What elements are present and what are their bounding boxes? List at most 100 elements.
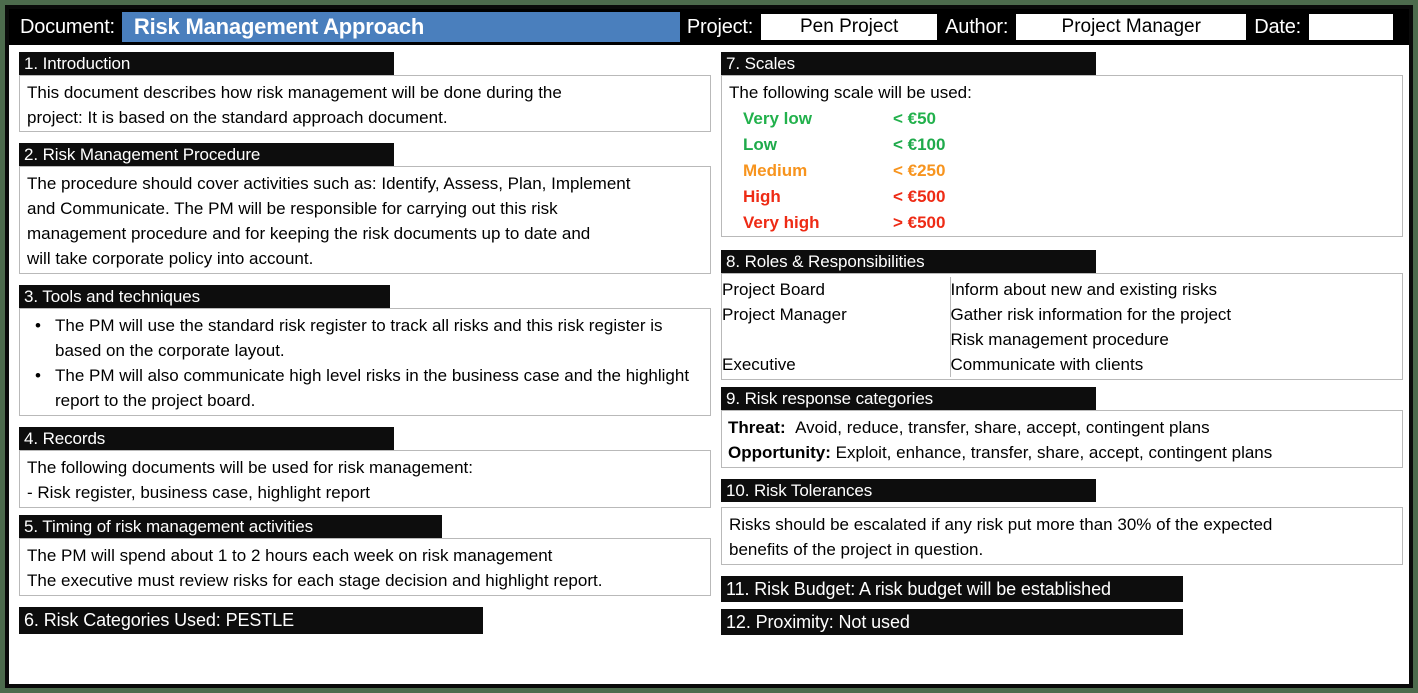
roles-spacer [722,327,950,352]
scale-level: Medium [743,161,808,180]
opportunity-value: Exploit, enhance, transfer, share, accep… [835,443,1273,462]
section-2-content: The procedure should cover activities su… [19,166,711,274]
section-10-line-1: Risks should be escalated if any risk pu… [729,515,1273,534]
scale-level: High [743,187,781,206]
section-10: 10. Risk Tolerances [721,479,1403,502]
scale-level: Low [743,135,777,154]
section-6: 6. Risk Categories Used: PESTLE [19,607,711,634]
document-title-text: Risk Management Approach [133,14,425,39]
role-name: Project Board [722,280,825,299]
section-3-bullet-list: The PM will use the standard risk regist… [27,313,703,413]
scale-value: < €250 [893,161,946,180]
scale-value: > €500 [893,213,946,232]
roles-cell: Project Board Project Manager Executive [722,277,951,377]
section-7-heading: 7. Scales [721,52,1096,75]
section-7-intro: The following scale will be used: [729,83,972,102]
section-3-heading: 3. Tools and techniques [19,285,390,308]
section-1-heading: 1. Introduction [19,52,394,75]
section-5-heading: 5. Timing of risk management activities [19,515,442,538]
section-2: 2. Risk Management Procedure [19,143,711,166]
section-10-content: Risks should be escalated if any risk pu… [721,507,1403,565]
date-field[interactable] [1308,13,1395,41]
scales-table: Very low < €50 Low < €100 Medium < €250 [743,106,1053,236]
scale-value: < €100 [893,135,946,154]
responsibility-item: Gather risk information for the project [950,305,1232,324]
responsibilities-cell: Inform about new and existing risks Gath… [950,277,1402,377]
table-row: Project Board Project Manager Executive … [722,277,1402,377]
section-8-content: Project Board Project Manager Executive … [721,273,1403,380]
section-2-line-2: and Communicate. The PM will be responsi… [27,199,558,218]
section-9-content: Threat: Avoid, reduce, transfer, share, … [721,410,1403,468]
opportunity-label: Opportunity: [728,443,831,462]
scale-value: < €50 [893,109,937,128]
section-1-content: This document describes how risk managem… [19,75,711,132]
table-row: Low < €100 [743,132,1053,158]
threat-line: Threat: Avoid, reduce, transfer, share, … [728,415,1395,440]
role-name: Executive [722,355,796,374]
document-title-field[interactable]: Risk Management Approach [121,12,680,42]
section-2-line-1: The procedure should cover activities su… [27,174,631,193]
author-field[interactable]: Project Manager [1015,13,1248,41]
threat-value: Avoid, reduce, transfer, share, accept, … [795,418,1210,437]
section-2-line-4: will take corporate policy into account. [27,249,314,268]
table-row: Medium < €250 [743,158,1053,184]
table-row: Very low < €50 [743,106,1053,132]
responsibility-item: Inform about new and existing risks [950,280,1217,299]
threat-label: Threat: [728,418,786,437]
section-2-heading: 2. Risk Management Procedure [19,143,394,166]
section-8: 8. Roles & Responsibilities [721,250,1403,273]
document-label: Document: [20,15,115,38]
section-4-heading: 4. Records [19,427,394,450]
section-10-heading: 10. Risk Tolerances [721,479,1096,502]
author-value: Project Manager [1061,16,1201,37]
table-row: High < €500 [743,184,1053,210]
section-12: 12. Proximity: Not used [721,609,1403,635]
section-5-line-2: The executive must review risks for each… [27,571,603,590]
section-9: 9. Risk response categories [721,387,1403,410]
project-value: Pen Project [800,16,899,37]
section-8-heading: 8. Roles & Responsibilities [721,250,1096,273]
document-page: Document: Risk Management Approach Proje… [0,0,1418,693]
role-name: Project Manager [722,305,847,324]
document-body: 1. Introduction This document describes … [9,45,1409,684]
date-label: Date: [1254,15,1302,38]
section-11: 11. Risk Budget: A risk budget will be e… [721,576,1403,602]
scale-level: Very high [743,213,820,232]
table-row: Very high > €500 [743,210,1053,236]
section-7-content: The following scale will be used: Very l… [721,75,1403,237]
responsibility-item: Communicate with clients [950,355,1144,374]
right-column: 7. Scales The following scale will be us… [721,45,1403,635]
author-label: Author: [945,15,1009,38]
section-9-heading: 9. Risk response categories [721,387,1096,410]
section-4: 4. Records [19,427,711,450]
section-10-line-2: benefits of the project in question. [729,540,984,559]
section-3: 3. Tools and techniques [19,285,711,308]
section-4-content: The following documents will be used for… [19,450,711,508]
scale-value: < €500 [893,187,946,206]
roles-table: Project Board Project Manager Executive … [722,277,1402,377]
section-5-content: The PM will spend about 1 to 2 hours eac… [19,538,711,596]
section-1-line-2: project: It is based on the standard app… [27,108,448,127]
section-2-line-3: management procedure and for keeping the… [27,224,591,243]
section-7: 7. Scales [721,52,1403,75]
list-item: The PM will use the standard risk regist… [31,313,703,363]
section-11-heading: 11. Risk Budget: A risk budget will be e… [721,576,1183,602]
project-label: Project: [686,15,754,38]
section-5-line-1: The PM will spend about 1 to 2 hours eac… [27,546,553,565]
section-3-content: The PM will use the standard risk regist… [19,308,711,416]
document-header-bar: Document: Risk Management Approach Proje… [9,9,1409,45]
section-1-line-1: This document describes how risk managem… [27,83,562,102]
opportunity-line: Opportunity: Exploit, enhance, transfer,… [728,440,1395,465]
section-4-line-2: - Risk register, business case, highligh… [27,483,370,502]
section-12-heading: 12. Proximity: Not used [721,609,1183,635]
list-item: The PM will also communicate high level … [31,363,703,413]
section-4-line-1: The following documents will be used for… [27,458,473,477]
section-1: 1. Introduction [19,52,711,75]
document-inner-frame: Document: Risk Management Approach Proje… [5,5,1413,688]
left-column: 1. Introduction This document describes … [19,45,711,634]
scale-level: Very low [743,109,812,128]
section-5: 5. Timing of risk management activities [19,515,711,538]
project-field[interactable]: Pen Project [760,13,939,41]
responsibility-item: Risk management procedure [950,330,1169,349]
section-6-heading: 6. Risk Categories Used: PESTLE [19,607,483,634]
